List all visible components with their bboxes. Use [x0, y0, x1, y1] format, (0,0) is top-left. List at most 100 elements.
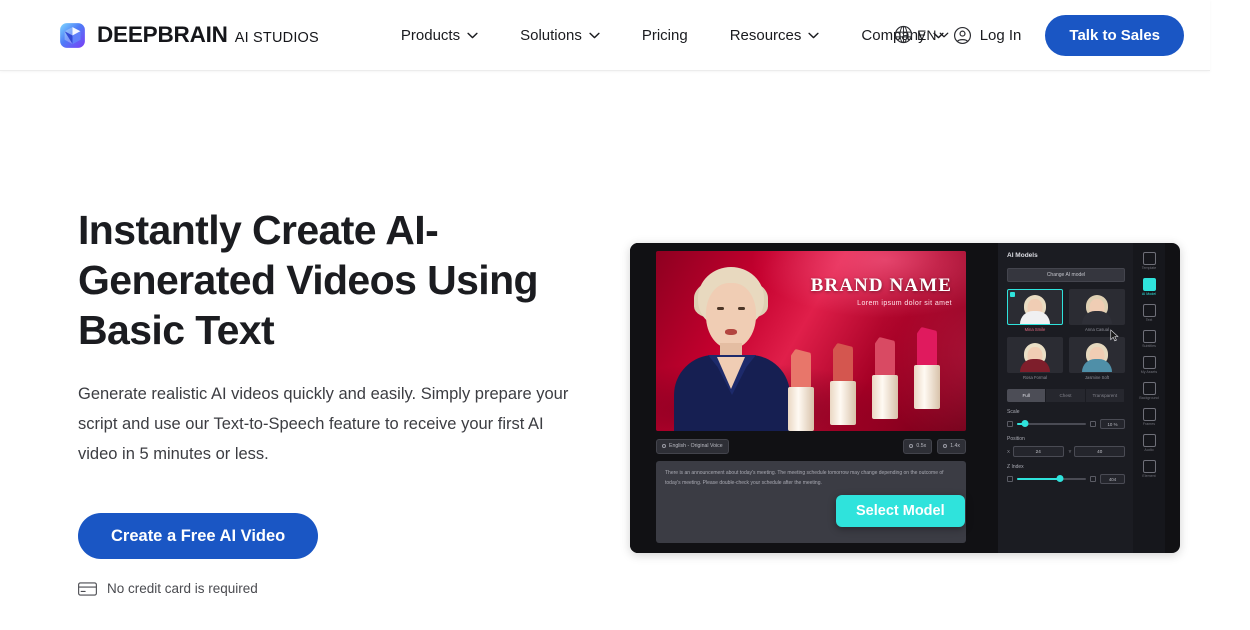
nav-label-resources: Resources: [729, 26, 802, 44]
change-ai-model-button[interactable]: Change AI model: [1007, 268, 1125, 282]
rail-label: My Assets: [1140, 370, 1158, 374]
product-demo-mockup: BRAND NAME Lorem ipsum dolor sit amet En…: [630, 243, 1180, 553]
audio-icon: [1142, 434, 1156, 447]
rail-item-my-assets[interactable]: My Assets: [1136, 353, 1162, 377]
model-card-3[interactable]: Jasmine Soft: [1069, 337, 1125, 380]
model-label: Rosa Formal: [1023, 375, 1047, 380]
speed-chip[interactable]: 0.5x: [903, 438, 933, 454]
crop-tabs: Full Chest Transparent: [1007, 389, 1125, 402]
editor-tool-rail: Template AI Model Text Subtitles My Asse…: [1133, 243, 1165, 553]
position-control: Position X 24 Y 40: [1007, 436, 1125, 457]
nav-item-products[interactable]: Products: [380, 15, 499, 55]
chevron-down-icon: [589, 32, 600, 38]
hero-description: Generate realistic AI videos quickly and…: [78, 385, 569, 464]
scale-slider[interactable]: [1017, 420, 1086, 427]
scale-lock-icon: [1007, 421, 1013, 427]
talk-to-sales-button[interactable]: Talk to Sales: [1045, 15, 1184, 56]
create-free-ai-video-button[interactable]: Create a Free AI Video: [78, 513, 319, 560]
rail-item-ai-model[interactable]: AI Model: [1136, 275, 1162, 299]
rail-item-background[interactable]: Background: [1136, 379, 1162, 403]
scale-control: Scale 10 %: [1007, 409, 1125, 429]
model-thumbnail: [1069, 337, 1125, 373]
stage-brand-text: BRAND NAME Lorem ipsum dolor sit amet: [811, 275, 952, 307]
rail-item-text[interactable]: Text: [1136, 301, 1162, 325]
rail-label: Text: [1145, 318, 1153, 322]
zindex-reset-icon[interactable]: [1090, 476, 1096, 482]
speed-label: 0.5x: [916, 443, 927, 449]
zindex-value[interactable]: 404: [1100, 474, 1125, 484]
rail-label: Subtitles: [1142, 344, 1156, 348]
pitch-label: 1.4x: [950, 443, 960, 449]
rail-item-audio[interactable]: Audio: [1136, 431, 1162, 455]
site-header: DEEPBRAIN AI STUDIOS Products Solutions …: [0, 0, 1210, 71]
rail-label: Frames: [1142, 422, 1156, 426]
scale-value[interactable]: 10 %: [1100, 419, 1125, 429]
video-preview-stage[interactable]: BRAND NAME Lorem ipsum dolor sit amet: [656, 251, 966, 431]
brand-logo-link[interactable]: DEEPBRAIN AI STUDIOS: [59, 22, 319, 49]
login-button[interactable]: Log In: [937, 26, 1038, 45]
header-right-filler: [1210, 0, 1250, 71]
credit-card-icon: [78, 581, 97, 596]
no-credit-card-label: No credit card is required: [107, 581, 258, 597]
zindex-lock-icon: [1007, 476, 1013, 482]
user-circle-icon: [953, 26, 971, 45]
rail-label: Audio: [1144, 448, 1154, 452]
rail-item-subtitles[interactable]: Subtitles: [1136, 327, 1162, 351]
scale-reset-icon[interactable]: [1090, 421, 1096, 427]
rail-label: Template: [1141, 266, 1157, 270]
language-label: EN: [917, 26, 937, 43]
element-icon: [1142, 460, 1156, 473]
rail-label: AI Model: [1141, 292, 1157, 296]
select-model-button[interactable]: Select Model: [836, 495, 965, 527]
hero-section: Instantly Create AI-Generated Videos Usi…: [0, 71, 1250, 630]
nav-item-solutions[interactable]: Solutions: [499, 15, 621, 55]
ai-model-icon: [1142, 278, 1156, 291]
clock-icon: [943, 444, 948, 448]
rail-item-template[interactable]: Template: [1136, 249, 1162, 273]
brand-subtitle: AI STUDIOS: [234, 29, 319, 46]
tab-full[interactable]: Full: [1007, 389, 1047, 402]
script-text: There is an announcement about today's m…: [665, 470, 944, 486]
nav-label-pricing: Pricing: [641, 26, 688, 44]
nav-item-resources[interactable]: Resources: [709, 15, 841, 55]
rail-label: Element: [1142, 474, 1156, 478]
primary-nav: Products Solutions Pricing Resources Com…: [380, 15, 965, 55]
zindex-control: Z Index 404: [1007, 464, 1125, 484]
mouse-pointer-icon: [1110, 329, 1119, 342]
position-x-input[interactable]: 24: [1012, 446, 1064, 457]
position-label: Position: [1007, 436, 1025, 442]
frames-icon: [1142, 408, 1156, 421]
playback-chips: 0.5x 1.4x: [903, 438, 966, 454]
zindex-label: Z Index: [1007, 464, 1024, 470]
pitch-chip[interactable]: 1.4x: [937, 438, 966, 454]
header-actions: Log In Talk to Sales: [937, 0, 1184, 71]
selected-badge-icon: [1010, 292, 1015, 297]
clock-icon: [909, 444, 914, 448]
position-y-axis-label: Y: [1068, 449, 1072, 454]
zindex-slider[interactable]: [1017, 475, 1086, 482]
ai-avatar-presenter: [670, 261, 794, 431]
model-card-2[interactable]: Rosa Formal: [1007, 337, 1063, 380]
model-grid: Mina Smile Anna Casual Rosa Formal Jasmi…: [1007, 289, 1125, 380]
page-title: Instantly Create AI-Generated Videos Usi…: [78, 207, 539, 354]
model-card-1[interactable]: Anna Casual: [1069, 289, 1125, 332]
no-credit-card-note: No credit card is required: [78, 581, 608, 596]
voice-language-chip[interactable]: English - Original Voice: [656, 438, 729, 454]
model-thumbnail: [1007, 289, 1063, 325]
hero-copy: Instantly Create AI-Generated Videos Usi…: [78, 205, 608, 596]
template-icon: [1142, 252, 1156, 265]
voice-language-label: English - Original Voice: [669, 443, 723, 449]
brand-name: DEEPBRAIN: [97, 21, 228, 47]
stage-brand-name: BRAND NAME: [810, 275, 952, 296]
panel-title: AI Models: [1007, 252, 1038, 259]
position-y-input[interactable]: 40: [1074, 446, 1125, 457]
model-card-0[interactable]: Mina Smile: [1007, 289, 1063, 332]
tab-chest[interactable]: Chest: [1046, 389, 1086, 402]
nav-item-pricing[interactable]: Pricing: [621, 15, 709, 55]
language-selector[interactable]: EN: [893, 24, 949, 45]
tab-transparent[interactable]: Transparent: [1085, 389, 1125, 402]
nav-label-solutions: Solutions: [520, 26, 582, 44]
voice-control-bar: English - Original Voice 0.5x 1.4x: [656, 436, 966, 456]
rail-item-element[interactable]: Element: [1136, 457, 1162, 481]
rail-item-frames[interactable]: Frames: [1136, 405, 1162, 429]
